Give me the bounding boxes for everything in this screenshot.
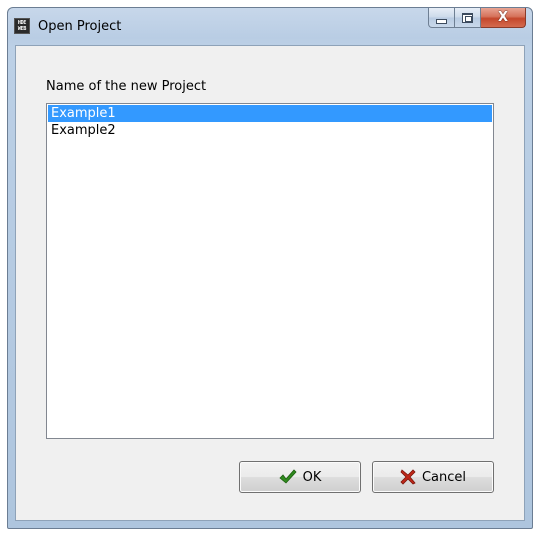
list-item[interactable]: Example1	[48, 105, 492, 122]
list-item[interactable]: Example2	[48, 122, 492, 139]
minimize-icon	[436, 18, 447, 24]
minimize-button[interactable]	[428, 8, 455, 28]
cancel-button[interactable]: Cancel	[372, 461, 494, 493]
app-logo-line-2: WEB	[17, 26, 27, 32]
app-logo-icon: HDE WEB	[14, 18, 30, 34]
close-button[interactable]: X	[481, 8, 526, 28]
maximize-icon	[462, 12, 473, 23]
project-name-label: Name of the new Project	[46, 79, 207, 94]
cancel-button-label: Cancel	[421, 469, 467, 485]
x-icon	[400, 469, 416, 485]
check-icon	[279, 469, 297, 485]
window-title: Open Project	[38, 19, 122, 34]
window-controls: X	[428, 8, 526, 30]
ok-button[interactable]: OK	[239, 461, 361, 493]
close-icon: X	[497, 10, 509, 25]
project-listbox[interactable]: Example1 Example2	[46, 103, 494, 439]
maximize-button[interactable]	[455, 8, 481, 28]
title-bar[interactable]: HDE WEB Open Project X	[8, 8, 532, 44]
ok-button-label: OK	[302, 469, 322, 485]
